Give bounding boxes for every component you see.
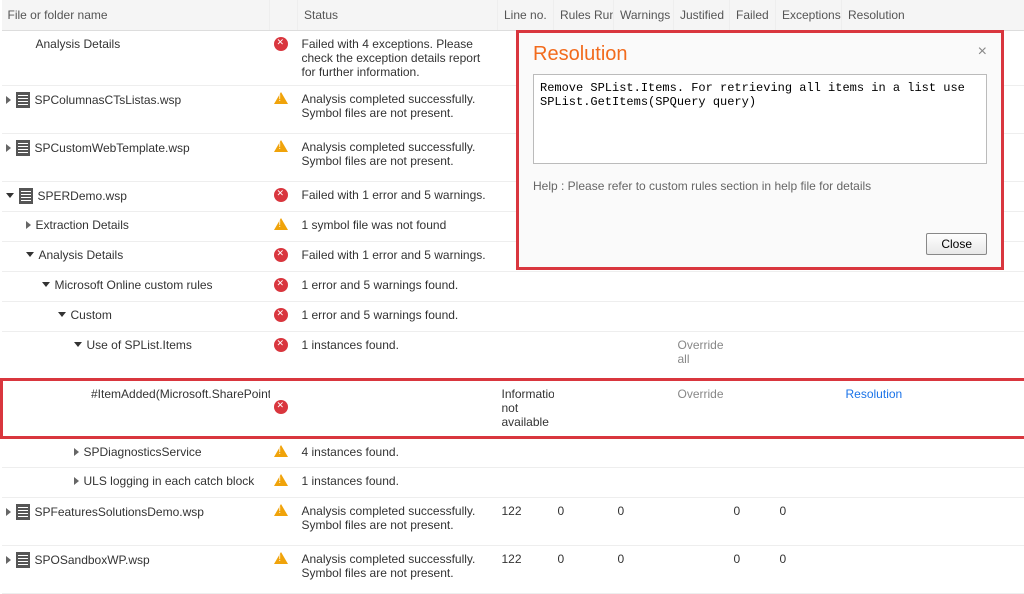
- row-custom[interactable]: Custom 1 error and 5 warnings found.: [2, 301, 1024, 331]
- cell-rules: 0: [554, 497, 614, 545]
- col-status[interactable]: Status: [298, 0, 498, 30]
- status-text: Failed with 4 exceptions. Please check t…: [298, 30, 498, 85]
- status-text: Analysis completed successfully. Symbol …: [298, 133, 498, 181]
- cell-exc: 0: [776, 545, 842, 593]
- row-item-added[interactable]: #ItemAdded(Microsoft.SharePoint.SPItemEv…: [2, 379, 1024, 437]
- cell-exc: 0: [776, 497, 842, 545]
- row-label: Extraction Details: [36, 218, 129, 232]
- status-text: 1 instances found.: [298, 467, 498, 497]
- row-spdiagnostics[interactable]: SPDiagnosticsService 4 instances found.: [2, 437, 1024, 467]
- row-use-of-splist-items[interactable]: Use of SPList.Items 1 instances found. O…: [2, 331, 1024, 379]
- cell-line: 122: [498, 545, 554, 593]
- col-exceptions[interactable]: Exceptions: [776, 0, 842, 30]
- col-resolution[interactable]: Resolution: [842, 0, 1024, 30]
- override-all-link[interactable]: Override all: [674, 331, 730, 379]
- row-label: Microsoft Online custom rules: [55, 278, 213, 292]
- row-label: Custom: [71, 308, 112, 322]
- file-icon: [16, 92, 30, 108]
- expand-icon[interactable]: [6, 96, 11, 104]
- warning-icon: [274, 474, 288, 486]
- error-icon: [274, 400, 288, 414]
- status-text: Failed with 1 error and 5 warnings.: [298, 181, 498, 211]
- collapse-icon[interactable]: [58, 312, 66, 317]
- expand-icon[interactable]: [74, 448, 79, 456]
- row-label: SPOSandboxWP.wsp: [35, 553, 150, 567]
- error-icon: [274, 248, 288, 262]
- file-icon: [16, 140, 30, 156]
- col-icon[interactable]: [270, 0, 298, 30]
- error-icon: [274, 188, 288, 202]
- status-text: 1 error and 5 warnings found.: [298, 271, 498, 301]
- expand-icon[interactable]: [6, 508, 11, 516]
- expand-icon[interactable]: [6, 556, 11, 564]
- error-icon: [274, 308, 288, 322]
- cell-warn: 0: [614, 497, 674, 545]
- expand-icon[interactable]: [6, 144, 11, 152]
- status-text: 1 instances found.: [298, 331, 498, 379]
- row-label: SPFeaturesSolutionsDemo.wsp: [35, 505, 204, 519]
- row-label: Analysis Details: [36, 37, 121, 51]
- line-text: Information not available: [498, 379, 554, 437]
- status-text: 4 instances found.: [298, 437, 498, 467]
- cell-line: 122: [498, 497, 554, 545]
- file-icon: [16, 504, 30, 520]
- file-icon: [19, 188, 33, 204]
- row-label: #ItemAdded(Microsoft.SharePoint.SPItemEv…: [91, 387, 270, 401]
- error-icon: [274, 338, 288, 352]
- error-icon: [274, 37, 288, 51]
- col-justified[interactable]: Justified: [674, 0, 730, 30]
- warning-icon: [274, 445, 288, 457]
- expand-icon[interactable]: [26, 221, 31, 229]
- col-rules[interactable]: Rules Run: [554, 0, 614, 30]
- dialog-help-text: Help : Please refer to custom rules sect…: [533, 179, 987, 193]
- resolution-dialog: Resolution × Help : Please refer to cust…: [516, 30, 1004, 270]
- row-label: SPDiagnosticsService: [84, 445, 202, 459]
- cell-fail: 0: [730, 545, 776, 593]
- row-ms-online-rules[interactable]: Microsoft Online custom rules 1 error an…: [2, 271, 1024, 301]
- resolution-text[interactable]: [533, 74, 987, 164]
- close-icon[interactable]: ×: [978, 43, 987, 61]
- warning-icon: [274, 552, 288, 564]
- collapse-icon[interactable]: [74, 342, 82, 347]
- collapse-icon[interactable]: [6, 193, 14, 198]
- override-link[interactable]: Override: [674, 379, 730, 437]
- row-label: Analysis Details: [39, 248, 124, 262]
- warning-icon: [274, 504, 288, 516]
- cell-rules: 0: [554, 545, 614, 593]
- row-label: SPCustomWebTemplate.wsp: [35, 141, 190, 155]
- cell-warn: 0: [614, 545, 674, 593]
- status-text: 1 error and 5 warnings found.: [298, 301, 498, 331]
- row-label: SPColumnasCTsListas.wsp: [35, 93, 182, 107]
- status-text: Failed with 1 error and 5 warnings.: [298, 241, 498, 271]
- collapse-icon[interactable]: [26, 252, 34, 257]
- status-text: Analysis completed successfully. Symbol …: [298, 85, 498, 133]
- header-row: File or folder name Status Line no. Rule…: [2, 0, 1024, 30]
- expand-icon[interactable]: [74, 477, 79, 485]
- status-text: Analysis completed successfully. Symbol …: [298, 545, 498, 593]
- row-uls-logging[interactable]: ULS logging in each catch block 1 instan…: [2, 467, 1024, 497]
- file-icon: [16, 552, 30, 568]
- row-label: ULS logging in each catch block: [84, 474, 255, 488]
- dialog-title: Resolution: [533, 43, 987, 66]
- resolution-link[interactable]: Resolution: [842, 379, 1024, 437]
- cell-fail: 0: [730, 497, 776, 545]
- row-file-sposandbox[interactable]: SPOSandboxWP.wsp Analysis completed succ…: [2, 545, 1024, 593]
- row-label: SPERDemo.wsp: [38, 189, 127, 203]
- row-label: Use of SPList.Items: [87, 338, 192, 352]
- warning-icon: [274, 140, 288, 152]
- col-file[interactable]: File or folder name: [2, 0, 270, 30]
- warning-icon: [274, 92, 288, 104]
- row-file-spfeatures[interactable]: SPFeaturesSolutionsDemo.wsp Analysis com…: [2, 497, 1024, 545]
- error-icon: [274, 278, 288, 292]
- collapse-icon[interactable]: [42, 282, 50, 287]
- col-line[interactable]: Line no.: [498, 0, 554, 30]
- status-text: 1 symbol file was not found: [298, 211, 498, 241]
- close-button[interactable]: Close: [926, 233, 987, 255]
- status-text: Analysis completed successfully. Symbol …: [298, 497, 498, 545]
- warning-icon: [274, 218, 288, 230]
- col-warnings[interactable]: Warnings: [614, 0, 674, 30]
- col-failed[interactable]: Failed: [730, 0, 776, 30]
